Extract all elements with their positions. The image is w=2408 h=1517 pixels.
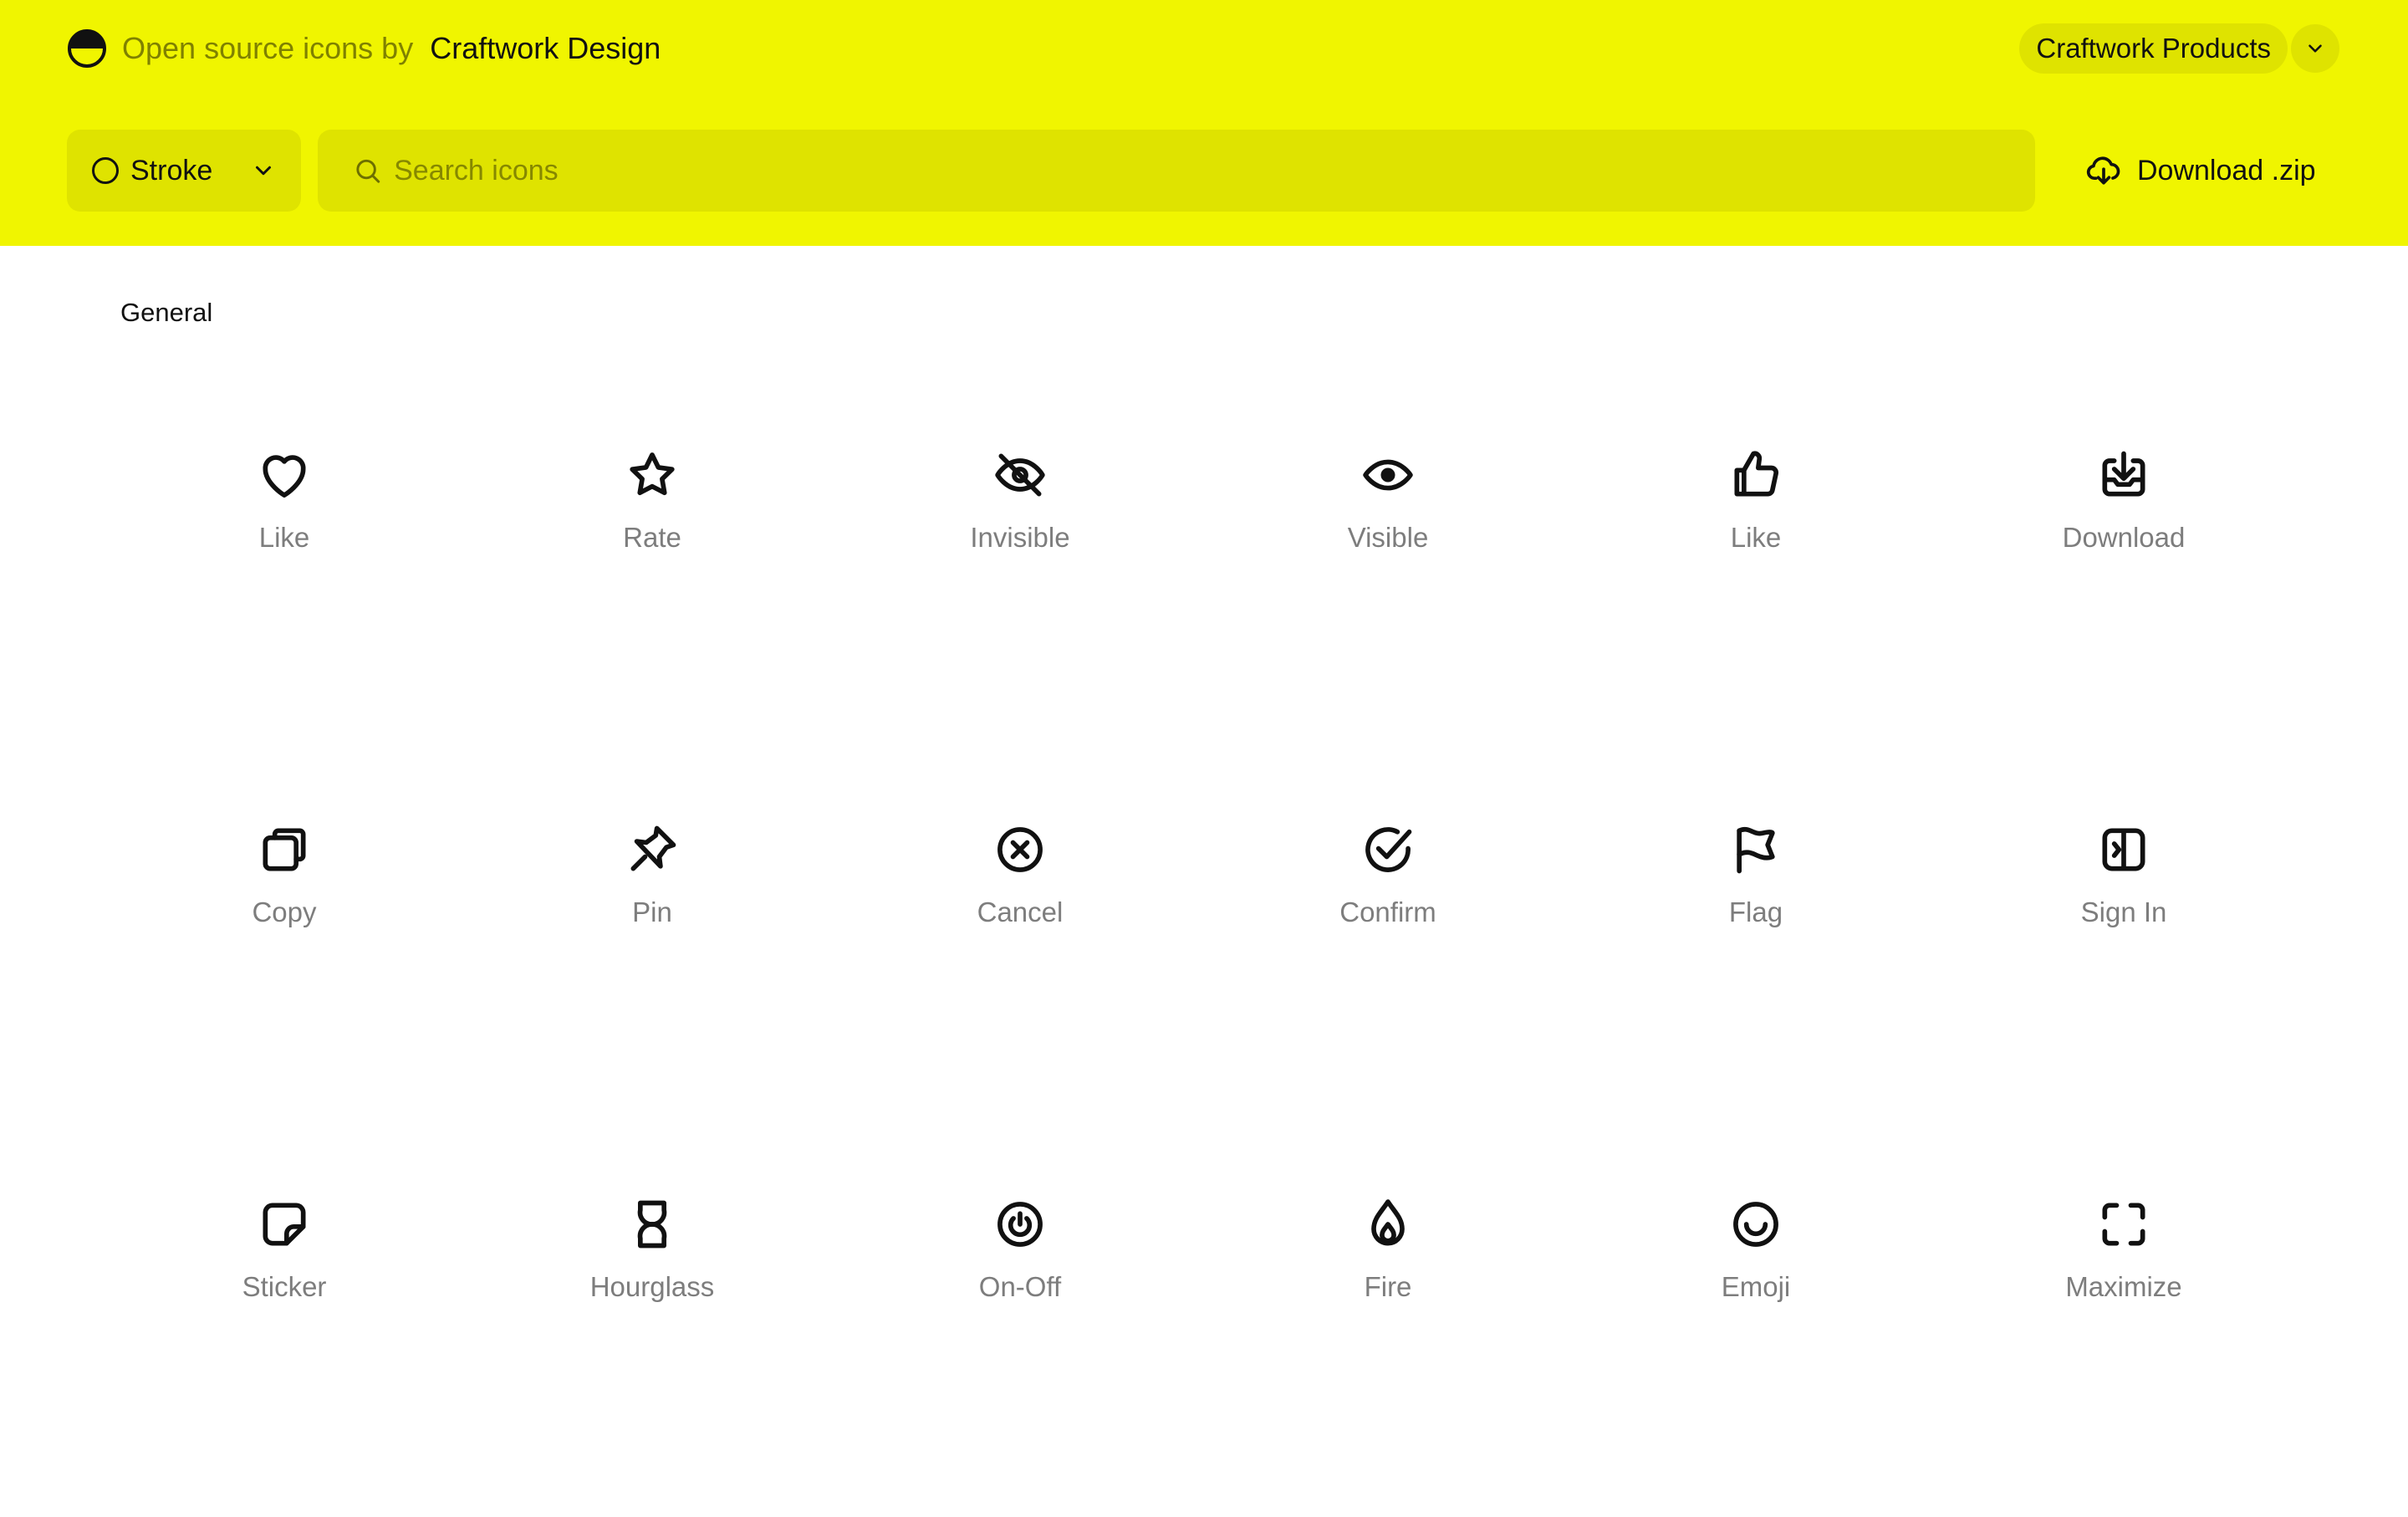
icon-tile-emoji[interactable]: Emoji [1572, 1142, 1940, 1517]
sign-in-icon [2102, 828, 2145, 871]
icon-label: Flag [1728, 896, 1783, 927]
icon-tile-maximize[interactable]: Maximize [1940, 1142, 2308, 1517]
brand[interactable]: Open source icons by Craftwork Design [67, 25, 661, 72]
download-zip-label: Download .zip [2137, 154, 2316, 186]
icon-label: Emoji [1721, 1271, 1791, 1302]
chevron-down-icon [2309, 44, 2322, 53]
icon-tile-sign-in[interactable]: Sign In [1940, 768, 2308, 1142]
icon-label: Like [258, 522, 310, 553]
chevron-down-icon [256, 166, 271, 176]
star-icon [630, 452, 675, 496]
icon-label: Invisible [970, 522, 1070, 553]
section-title: General [120, 298, 213, 327]
icon-label: Sign In [2080, 896, 2167, 927]
icon-tile-sticker[interactable]: Sticker [100, 1142, 468, 1517]
icon-label: Rate [623, 522, 681, 553]
download-icon [2102, 451, 2145, 497]
icon-tile-pin[interactable]: Pin [468, 768, 836, 1142]
search-icon [356, 159, 380, 183]
icon-label: Hourglass [589, 1271, 715, 1302]
pin-icon [630, 825, 676, 871]
craftwork-products-menu[interactable]: Craftwork Products [2019, 23, 2339, 74]
icon-tile-thumbs-up[interactable]: Like [1572, 393, 1940, 768]
icon-tile-cancel[interactable]: Cancel [836, 768, 1204, 1142]
icon-label: Like [1730, 522, 1782, 553]
flag-icon [1737, 826, 1775, 874]
icon-label: On-Off [978, 1271, 1062, 1302]
icon-tile-fire[interactable]: Fire [1204, 1142, 1572, 1517]
icon-tile-hourglass[interactable]: Hourglass [468, 1142, 836, 1517]
icon-label: Fire [1364, 1271, 1412, 1302]
brand-name[interactable]: Craftwork Design [430, 31, 661, 65]
cloud-download-icon [2086, 156, 2120, 185]
emoji-icon [1733, 1202, 1778, 1247]
icon-label: Maximize [2065, 1271, 2182, 1302]
icon-label: Cancel [977, 896, 1064, 927]
icon-tile-like[interactable]: Like [100, 393, 468, 768]
icon-style-value: Stroke [130, 154, 213, 186]
icon-tile-flag[interactable]: Flag [1572, 768, 1940, 1142]
icon-label: Visible [1347, 522, 1429, 553]
hourglass-icon [637, 1200, 667, 1249]
craftwork-products-button[interactable]: Craftwork Products [2019, 23, 2288, 74]
search-input[interactable] [394, 154, 2000, 187]
icon-tile-invisible[interactable]: Invisible [836, 393, 1204, 768]
search-bar[interactable] [318, 130, 2035, 212]
eye-off-icon [995, 453, 1045, 497]
eye-icon [1363, 459, 1413, 491]
icon-label: Confirm [1339, 896, 1436, 927]
cancel-icon [997, 827, 1043, 872]
power-icon [997, 1202, 1043, 1247]
sticker-icon [263, 1203, 306, 1246]
icon-tile-on-off[interactable]: On-Off [836, 1142, 1204, 1517]
copy-icon [263, 828, 306, 871]
thumbs-up-icon [1734, 451, 1779, 497]
icon-label: Pin [632, 896, 672, 927]
craftwork-logo-icon [68, 29, 106, 68]
icon-tile-rate[interactable]: Rate [468, 393, 836, 768]
icon-tile-confirm[interactable]: Confirm [1204, 768, 1572, 1142]
icon-label: Copy [252, 896, 317, 927]
icon-label: Download [2062, 522, 2186, 553]
confirm-icon [1365, 827, 1412, 872]
heart-icon [263, 455, 306, 498]
top-header: Open source icons by Craftwork Design Cr… [0, 0, 2408, 246]
icon-label: Sticker [242, 1271, 327, 1302]
stroke-style-icon [92, 157, 119, 184]
products-dropdown-button[interactable] [2291, 24, 2339, 73]
fire-icon [1371, 1199, 1405, 1246]
download-zip-button[interactable]: Download .zip [2085, 144, 2316, 197]
icon-tile-visible[interactable]: Visible [1204, 393, 1572, 768]
icon-style-select[interactable]: Stroke [67, 130, 301, 212]
icon-tile-download[interactable]: Download [1940, 393, 2308, 768]
icon-grid: Like Rate Invisible Visible Like Downloa… [100, 393, 2308, 1517]
tagline: Open source icons by [122, 31, 414, 65]
maximize-icon [2102, 1203, 2145, 1246]
icon-tile-copy[interactable]: Copy [100, 768, 468, 1142]
